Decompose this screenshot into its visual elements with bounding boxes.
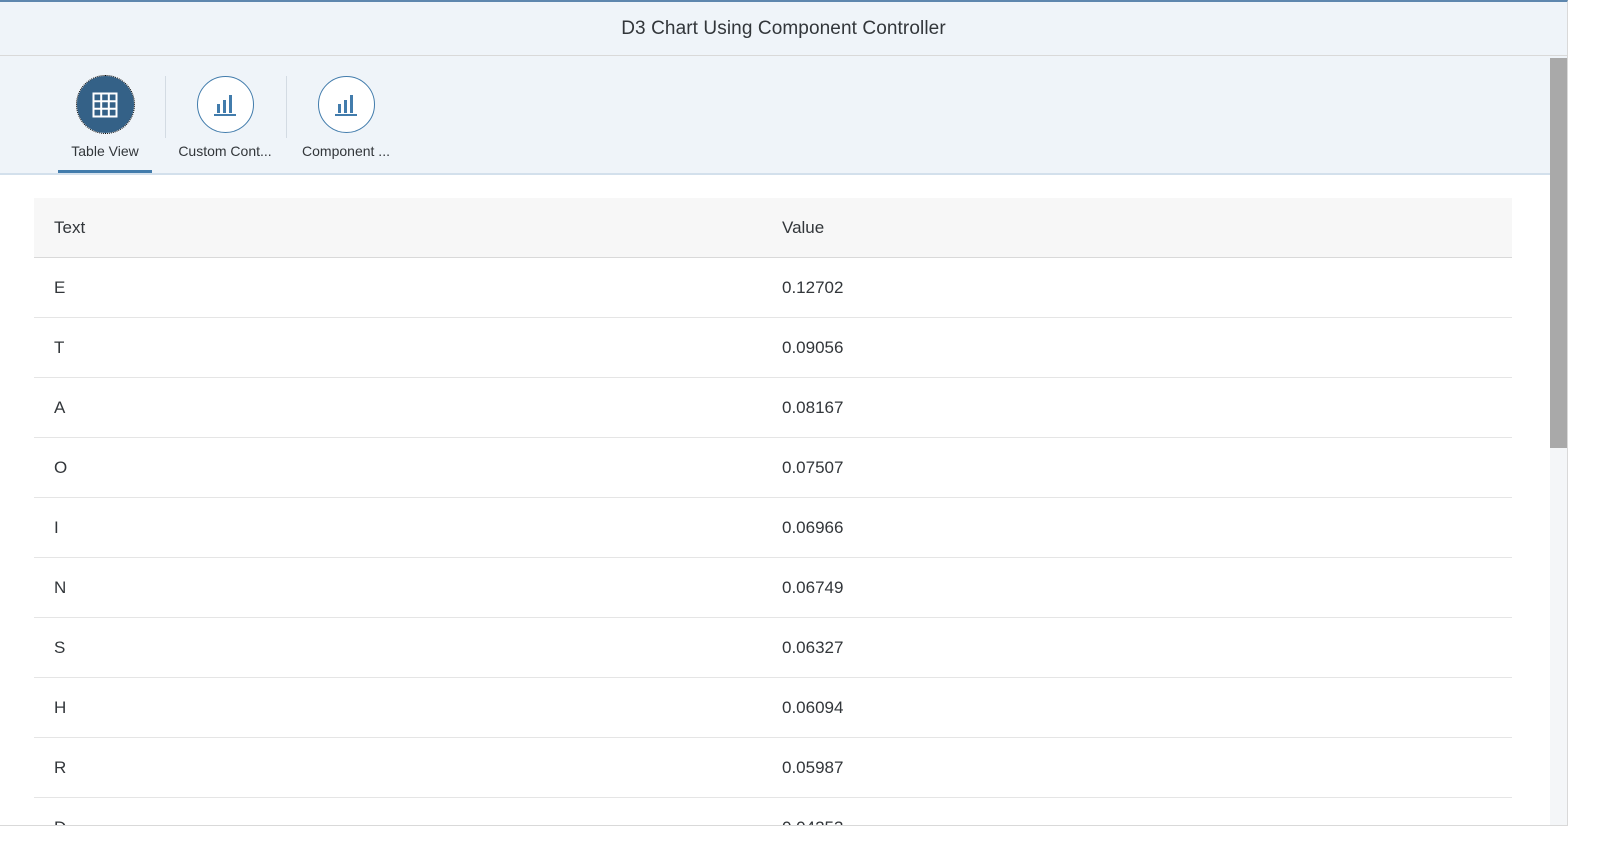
cell-text: R: [54, 757, 67, 777]
cell-value: 0.06966: [782, 517, 844, 537]
table-row[interactable]: S 0.06327: [34, 618, 1512, 678]
cell-text: E: [54, 277, 66, 297]
tab-label: Component ...: [302, 143, 390, 159]
tab-label: Table View: [71, 143, 139, 159]
page-title: D3 Chart Using Component Controller: [621, 17, 946, 39]
table-row[interactable]: I 0.06966: [34, 498, 1512, 558]
table-row[interactable]: O 0.07507: [34, 438, 1512, 498]
table-row[interactable]: H 0.06094: [34, 678, 1512, 738]
bar-chart-icon: [214, 94, 236, 116]
bar-chart-icon: [335, 94, 357, 116]
table-body: E 0.12702 T 0.09056 A 0.08167 O 0.07507 I 0.06966…: [34, 258, 1512, 826]
cell-text: O: [54, 457, 68, 477]
cell-value: 0.06749: [782, 577, 844, 597]
table-row[interactable]: E 0.12702: [34, 258, 1512, 318]
cell-text: N: [54, 577, 67, 597]
table-row[interactable]: N 0.06749: [34, 558, 1512, 618]
vertical-scrollbar[interactable]: [1550, 58, 1567, 825]
tab-component[interactable]: Component ...: [291, 76, 401, 173]
cell-value: 0.08167: [782, 397, 844, 417]
cell-text: H: [54, 697, 67, 717]
cell-value: 0.12702: [782, 277, 844, 297]
cell-value: 0.06094: [782, 697, 844, 717]
icon-tab-bar: Table View Custom Cont... Component ...: [0, 56, 1567, 175]
table-row[interactable]: T 0.09056: [34, 318, 1512, 378]
table-row[interactable]: A 0.08167: [34, 378, 1512, 438]
app-window: D3 Chart Using Component Controller Tabl…: [0, 0, 1568, 826]
cell-value: 0.07507: [782, 457, 844, 477]
cell-text: I: [54, 517, 59, 537]
tab-separator: [286, 76, 287, 138]
table-grid-icon: [92, 92, 118, 117]
cell-value: 0.04253: [762, 818, 1512, 826]
selected-tab-indicator: [58, 170, 152, 173]
cell-text: D: [34, 818, 762, 826]
tab-label: Custom Cont...: [178, 143, 272, 159]
page-header: D3 Chart Using Component Controller: [0, 2, 1567, 56]
cell-text: S: [54, 637, 66, 657]
scrollbar-thumb[interactable]: [1550, 58, 1567, 448]
table-header-row: Text Value: [34, 198, 1512, 258]
tab-component-circle[interactable]: [317, 76, 375, 133]
cell-value: 0.05987: [782, 757, 844, 777]
tab-table-view[interactable]: Table View: [50, 75, 160, 173]
table-container: Text Value E 0.12702 T 0.09056 A 0.08167 O 0.07…: [34, 198, 1512, 826]
cell-value: 0.09056: [782, 337, 844, 357]
table-row[interactable]: R 0.05987: [34, 738, 1512, 798]
tab-table-view-circle[interactable]: [75, 75, 135, 134]
tab-separator: [165, 76, 166, 138]
cell-value: 0.06327: [782, 637, 844, 657]
cell-text: A: [54, 397, 66, 417]
cell-text: T: [54, 337, 65, 357]
tab-custom-control-circle[interactable]: [196, 76, 254, 133]
column-header-value[interactable]: Value: [762, 218, 1512, 238]
table-row[interactable]: D0.04253: [34, 798, 1512, 826]
tab-custom-control[interactable]: Custom Cont...: [170, 76, 280, 173]
column-header-text[interactable]: Text: [34, 218, 762, 238]
